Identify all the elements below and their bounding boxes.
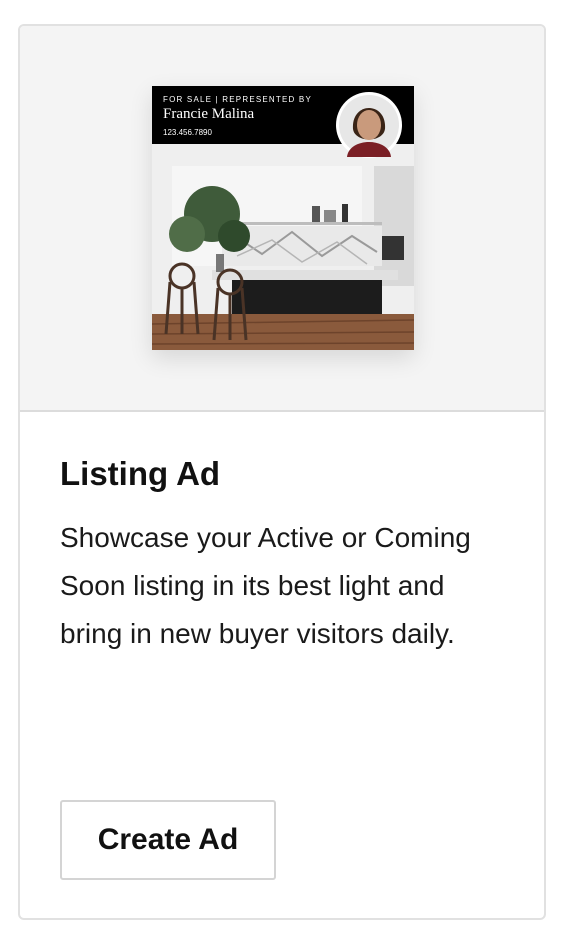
create-ad-button[interactable]: Create Ad [60, 800, 276, 880]
listing-ad-card: FOR SALE | REPRESENTED BY Francie Malina… [18, 24, 546, 920]
ad-kicker-text: FOR SALE | REPRESENTED BY [163, 95, 312, 104]
kitchen-photo [152, 144, 414, 350]
card-description: Showcase your Active or Coming Soon list… [60, 521, 471, 649]
agent-avatar [336, 92, 402, 158]
card-title: Listing Ad [60, 455, 221, 492]
card-body: Listing Ad Showcase your Active or Comin… [60, 454, 510, 658]
ad-agent-name: Francie Malina [163, 106, 255, 122]
ad-preview-area: FOR SALE | REPRESENTED BY Francie Malina… [20, 26, 544, 412]
ad-preview-image: FOR SALE | REPRESENTED BY Francie Malina… [152, 86, 414, 350]
ad-phone-number: 123.456.7890 [163, 128, 212, 137]
